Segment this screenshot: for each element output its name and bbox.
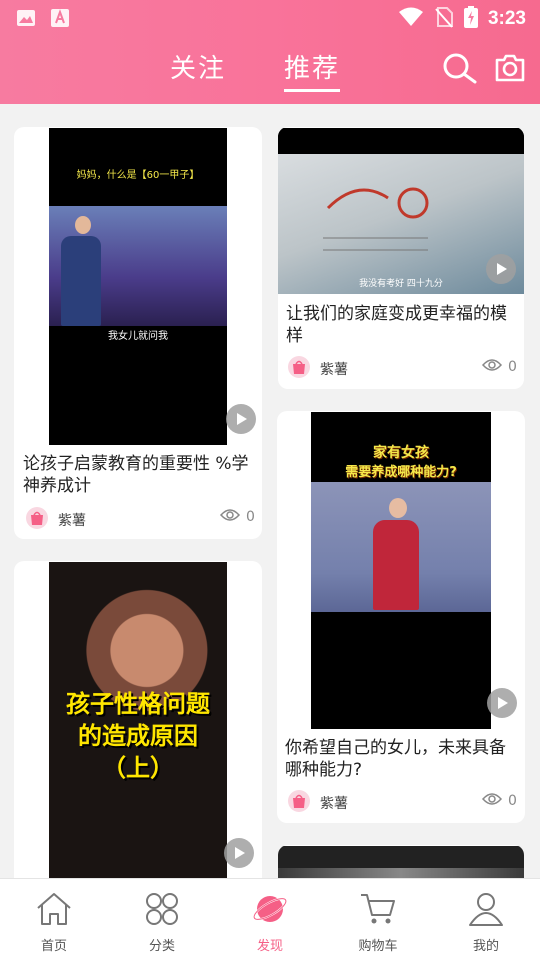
view-count: 0 [219, 508, 255, 526]
author-avatar-icon [288, 790, 310, 816]
feed-card[interactable]: 妈妈，什么是【60一甲子】 我女儿就问我 论孩子启蒙教育的重要性 %学神养成计 … [14, 127, 262, 539]
tab-mine[interactable]: 我的 [432, 879, 540, 960]
video-thumbnail[interactable]: 家有女孩 需要养成哪种能力? [311, 412, 491, 729]
tab-following[interactable]: 关注 [170, 48, 226, 90]
video-thumbnail[interactable]: 孩子性格问题 的造成原因 （上） [49, 562, 227, 878]
presenter-figure [61, 216, 105, 326]
thumbnail-caption: 的造成原因 [78, 722, 198, 750]
home-icon [35, 891, 73, 931]
thumbnail-caption: 孩子性格问题 [66, 690, 210, 718]
tab-home[interactable]: 首页 [0, 879, 108, 960]
feed-card[interactable]: 家有女孩 需要养成哪种能力? 你希望自己的女儿，未来具备哪种能力? 紫薯 0 [277, 411, 525, 823]
exam-paper-illustration [323, 187, 429, 251]
thumbnail-caption: 妈妈，什么是【60一甲子】 [76, 170, 200, 181]
eye-icon [481, 358, 503, 376]
planet-icon [251, 891, 289, 931]
play-icon[interactable] [224, 838, 254, 868]
app-notification-icon [50, 8, 70, 32]
thumbnail-caption: 需要养成哪种能力? [345, 465, 457, 480]
author-avatar-icon [26, 507, 48, 533]
feed-card[interactable]: 孩子性格问题 的造成原因 （上） [14, 561, 262, 901]
category-icon [143, 891, 181, 931]
tab-cart[interactable]: 购物车 [324, 879, 432, 960]
author-name: 紫薯 [320, 796, 348, 812]
author-avatar-icon [288, 356, 310, 382]
search-icon[interactable] [442, 52, 478, 88]
top-header: 3:23 关注 推荐 [0, 0, 540, 104]
status-time: 3:23 [487, 8, 526, 29]
view-count: 0 [481, 358, 517, 376]
card-title[interactable]: 让我们的家庭变成更幸福的模样 [286, 303, 518, 347]
eye-icon [481, 792, 503, 810]
tab-home-label: 首页 [40, 939, 67, 954]
thumbnail-caption: 家有女孩 [373, 445, 429, 461]
no-sim-icon [434, 6, 454, 32]
tab-cart-label: 购物车 [358, 939, 398, 954]
bottom-tab-bar: 首页 分类 发现 购物车 我的 [0, 878, 540, 960]
eye-icon [219, 508, 241, 526]
view-count-value: 0 [508, 359, 517, 375]
play-icon[interactable] [487, 688, 517, 718]
tab-discover-label: 发现 [256, 939, 283, 954]
view-count: 0 [481, 792, 517, 810]
author-name: 紫薯 [58, 513, 86, 529]
tab-discover[interactable]: 发现 [216, 879, 324, 960]
thumbnail-caption: （上） [102, 754, 174, 782]
gallery-notification-icon [16, 8, 36, 32]
battery-icon [463, 6, 478, 32]
feed-tabs: 关注 推荐 [170, 48, 341, 92]
play-icon[interactable] [226, 404, 256, 434]
play-icon[interactable] [486, 254, 516, 284]
view-count-value: 0 [508, 793, 517, 809]
thumbnail-subtitle: 我女儿就问我 [108, 331, 168, 342]
view-count-value: 0 [246, 509, 255, 525]
feed-card[interactable]: 我没有考好 四十九分 让我们的家庭变成更幸福的模样 紫薯 0 [278, 127, 524, 389]
wifi-icon [398, 7, 424, 31]
card-title[interactable]: 你希望自己的女儿，未来具备哪种能力? [285, 737, 519, 781]
video-thumbnail[interactable]: 妈妈，什么是【60一甲子】 我女儿就问我 [49, 128, 227, 445]
author-name: 紫薯 [320, 362, 348, 378]
cart-icon [359, 891, 397, 931]
camera-icon[interactable] [494, 52, 526, 88]
tab-category-label: 分类 [148, 939, 175, 954]
user-icon [467, 891, 505, 931]
card-title[interactable]: 论孩子启蒙教育的重要性 %学神养成计 [23, 453, 253, 497]
thumbnail-subtitle: 我没有考好 四十九分 [359, 279, 443, 289]
tab-category[interactable]: 分类 [108, 879, 216, 960]
tab-mine-label: 我的 [472, 939, 499, 954]
tab-recommended[interactable]: 推荐 [284, 48, 341, 92]
status-bar: 3:23 [0, 0, 540, 36]
presenter-figure [373, 498, 423, 614]
